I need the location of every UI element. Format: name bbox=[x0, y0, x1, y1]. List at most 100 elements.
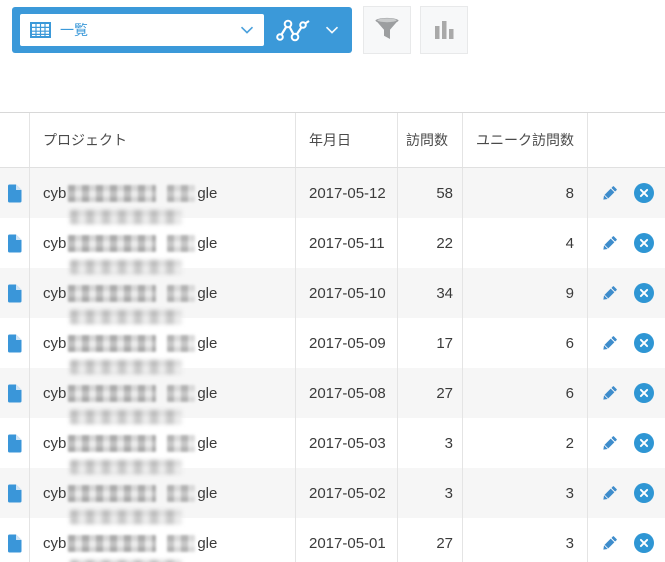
redacted-text-block bbox=[167, 234, 196, 252]
row-icon-cell bbox=[0, 368, 30, 418]
document-icon[interactable] bbox=[7, 384, 22, 403]
visits-cell: 3 bbox=[398, 418, 463, 468]
redacted-text-block bbox=[68, 184, 157, 202]
actions-cell bbox=[588, 318, 665, 368]
date-cell: 2017-05-10 bbox=[296, 268, 398, 318]
date-cell: 2017-05-02 bbox=[296, 468, 398, 518]
date-cell: 2017-05-09 bbox=[296, 318, 398, 368]
document-icon[interactable] bbox=[7, 184, 22, 203]
bar-chart-icon bbox=[432, 18, 456, 42]
project-name-suffix: gle bbox=[197, 484, 218, 502]
project-name-suffix: gle bbox=[197, 184, 218, 202]
project-name-prefix: cyb bbox=[43, 184, 67, 202]
document-icon[interactable] bbox=[7, 234, 22, 253]
column-header-project: プロジェクト bbox=[30, 113, 296, 167]
redacted-text-block bbox=[167, 434, 196, 452]
circle-x-icon bbox=[633, 433, 654, 453]
redacted-smudge bbox=[70, 310, 182, 324]
visits-cell: 17 bbox=[398, 318, 463, 368]
unique-visits-cell: 3 bbox=[463, 518, 588, 562]
visits-cell: 58 bbox=[398, 168, 463, 218]
redacted-text-block bbox=[68, 534, 157, 552]
project-name-prefix: cyb bbox=[43, 234, 67, 252]
filter-button[interactable] bbox=[363, 6, 411, 54]
row-icon-cell bbox=[0, 218, 30, 268]
document-icon[interactable] bbox=[7, 334, 22, 353]
project-name-prefix: cyb bbox=[43, 384, 67, 402]
row-icon-cell bbox=[0, 268, 30, 318]
delete-button[interactable] bbox=[633, 383, 654, 403]
column-header-visits: 訪問数 bbox=[398, 113, 463, 167]
project-name-suffix: gle bbox=[197, 234, 218, 252]
redacted-text-block bbox=[167, 334, 196, 352]
redacted-text-block bbox=[68, 284, 157, 302]
circle-x-icon bbox=[633, 183, 654, 203]
pencil-icon bbox=[600, 183, 620, 203]
row-icon-cell bbox=[0, 518, 30, 562]
project-name-prefix: cyb bbox=[43, 484, 67, 502]
redacted-text-block bbox=[68, 434, 157, 452]
delete-button[interactable] bbox=[633, 283, 654, 303]
delete-button[interactable] bbox=[633, 183, 654, 203]
circle-x-icon bbox=[633, 333, 654, 353]
table-body: cyb gle 2017-05-12 58 8 cyb gle 2017-05-… bbox=[0, 168, 665, 562]
project-cell: cyb gle bbox=[30, 518, 296, 562]
edit-button[interactable] bbox=[600, 333, 620, 353]
unique-visits-cell: 9 bbox=[463, 268, 588, 318]
pencil-icon bbox=[600, 283, 620, 303]
delete-button[interactable] bbox=[633, 483, 654, 503]
visits-cell: 27 bbox=[398, 368, 463, 418]
line-chart-icon bbox=[275, 17, 312, 44]
circle-x-icon bbox=[633, 483, 654, 503]
document-icon[interactable] bbox=[7, 434, 22, 453]
redacted-text-block bbox=[167, 484, 196, 502]
redacted-smudge bbox=[70, 210, 182, 224]
row-icon-cell bbox=[0, 418, 30, 468]
document-icon[interactable] bbox=[7, 284, 22, 303]
project-name-suffix: gle bbox=[197, 434, 218, 452]
project-name-suffix: gle bbox=[197, 384, 218, 402]
delete-button[interactable] bbox=[633, 233, 654, 253]
chevron-down-icon bbox=[325, 26, 339, 34]
project-name-prefix: cyb bbox=[43, 334, 67, 352]
unique-visits-cell: 2 bbox=[463, 418, 588, 468]
pencil-icon bbox=[600, 383, 620, 403]
view-select-dropdown[interactable]: 一覧 bbox=[20, 14, 264, 46]
edit-button[interactable] bbox=[600, 283, 620, 303]
circle-x-icon bbox=[633, 383, 654, 403]
row-icon-cell bbox=[0, 168, 30, 218]
actions-cell bbox=[588, 268, 665, 318]
redacted-text-block bbox=[68, 234, 157, 252]
edit-button[interactable] bbox=[600, 183, 620, 203]
edit-button[interactable] bbox=[600, 233, 620, 253]
document-icon[interactable] bbox=[7, 534, 22, 553]
redacted-text-block bbox=[68, 384, 157, 402]
project-cell: cyb gle bbox=[30, 318, 296, 374]
edit-button[interactable] bbox=[600, 433, 620, 453]
project-name-suffix: gle bbox=[197, 284, 218, 302]
circle-x-icon bbox=[633, 233, 654, 253]
table-row: cyb gle 2017-05-09 17 6 bbox=[0, 318, 665, 374]
document-icon[interactable] bbox=[7, 484, 22, 503]
chart-view-button[interactable] bbox=[264, 7, 352, 53]
edit-button[interactable] bbox=[600, 383, 620, 403]
delete-button[interactable] bbox=[633, 333, 654, 353]
redacted-text-block bbox=[167, 284, 196, 302]
delete-button[interactable] bbox=[633, 533, 654, 553]
redacted-text-block bbox=[68, 334, 157, 352]
project-name-suffix: gle bbox=[197, 534, 218, 552]
visits-cell: 22 bbox=[398, 218, 463, 268]
bar-chart-button[interactable] bbox=[420, 6, 468, 54]
project-cell: cyb gle bbox=[30, 468, 296, 524]
edit-button[interactable] bbox=[600, 533, 620, 553]
project-cell: cyb gle bbox=[30, 418, 296, 474]
row-icon-cell bbox=[0, 318, 30, 368]
delete-button[interactable] bbox=[633, 433, 654, 453]
actions-cell bbox=[588, 518, 665, 562]
pencil-icon bbox=[600, 483, 620, 503]
unique-visits-cell: 6 bbox=[463, 318, 588, 368]
actions-cell bbox=[588, 218, 665, 268]
edit-button[interactable] bbox=[600, 483, 620, 503]
table-row: cyb gle 2017-05-11 22 4 bbox=[0, 218, 665, 274]
redacted-text-block bbox=[167, 184, 196, 202]
